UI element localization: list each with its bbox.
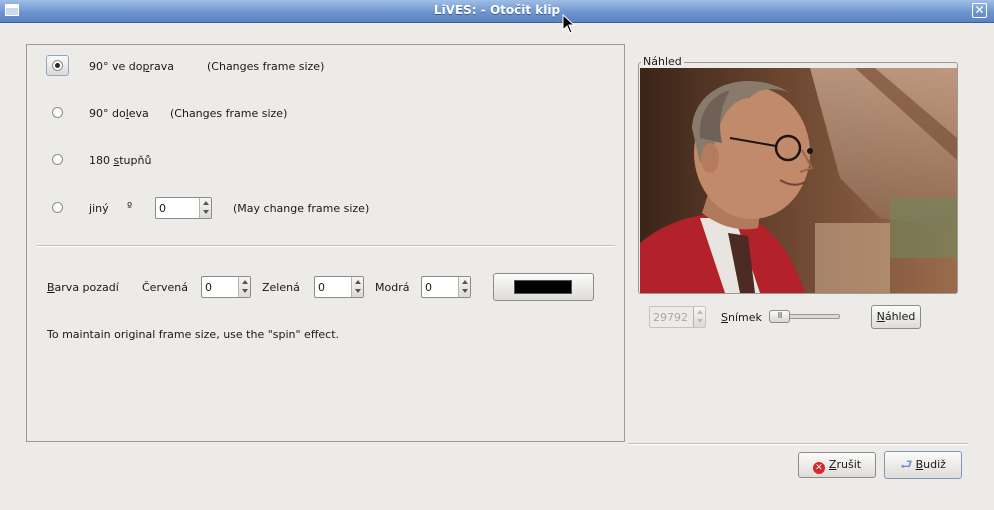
window-title: LiVES: - Otočit klip: [433, 3, 561, 17]
green-label: Zelená: [262, 281, 300, 294]
options-separator: [37, 245, 615, 247]
radio-rotate-other-label[interactable]: jiný: [89, 202, 109, 215]
cancel-icon: ✕: [812, 462, 825, 474]
mouse-cursor-icon: [562, 14, 576, 34]
blue-value[interactable]: 0: [425, 281, 432, 294]
degree-symbol: º: [127, 200, 133, 213]
radio-rotate-right-label[interactable]: 90° ve doprava: [89, 60, 174, 73]
red-value[interactable]: 0: [205, 281, 212, 294]
radio-rotate-left-label[interactable]: 90° doleva: [89, 107, 149, 120]
radio-rotate-other-note: (May change frame size): [233, 202, 370, 215]
radio-rotate-180[interactable]: [52, 154, 63, 165]
blue-spin-arrows[interactable]: [458, 277, 470, 297]
preview-frame-label: Náhled: [641, 55, 684, 68]
other-angle-value[interactable]: 0: [159, 202, 166, 215]
frame-number-value: 29792: [653, 311, 688, 324]
rotation-options-frame: [26, 44, 625, 442]
blue-label: Modrá: [375, 281, 410, 294]
blue-spinner[interactable]: 0: [421, 276, 471, 298]
green-spinner[interactable]: 0: [314, 276, 364, 298]
red-spin-arrows[interactable]: [238, 277, 250, 297]
frame-slider-label: Snímek: [721, 311, 762, 324]
close-icon[interactable]: ✕: [972, 3, 987, 18]
red-label: Červená: [142, 281, 188, 294]
preview-image: [640, 68, 957, 293]
frame-slider-handle[interactable]: III: [769, 310, 790, 323]
radio-rotate-other[interactable]: [52, 202, 63, 213]
frame-number-spinner: 29792: [649, 306, 706, 328]
frame-number-spin-arrows: [693, 307, 705, 327]
hint-text: To maintain original frame size, use the…: [47, 328, 340, 341]
radio-rotate-180-label[interactable]: 180 stupňů: [89, 154, 151, 167]
preview-button[interactable]: Náhled: [871, 305, 921, 329]
ok-button[interactable]: ⮐ Budiž: [884, 451, 962, 479]
radio-rotate-left-note: (Changes frame size): [170, 107, 288, 120]
dialog-separator: [628, 443, 968, 445]
radio-rotate-right-note: (Changes frame size): [207, 60, 325, 73]
radio-rotate-right[interactable]: [52, 60, 63, 71]
green-value[interactable]: 0: [318, 281, 325, 294]
radio-rotate-left[interactable]: [52, 107, 63, 118]
red-spinner[interactable]: 0: [201, 276, 251, 298]
other-angle-spin-arrows[interactable]: [199, 198, 211, 218]
cancel-button[interactable]: ✕ Zrušit: [798, 452, 876, 478]
color-swatch[interactable]: [514, 280, 572, 294]
green-spin-arrows[interactable]: [351, 277, 363, 297]
enter-arrow-icon: ⮐: [900, 457, 913, 473]
other-angle-spinner[interactable]: 0: [155, 197, 212, 219]
preview-image-drawing: [640, 68, 957, 293]
background-color-label: Barva pozadí: [47, 281, 119, 294]
